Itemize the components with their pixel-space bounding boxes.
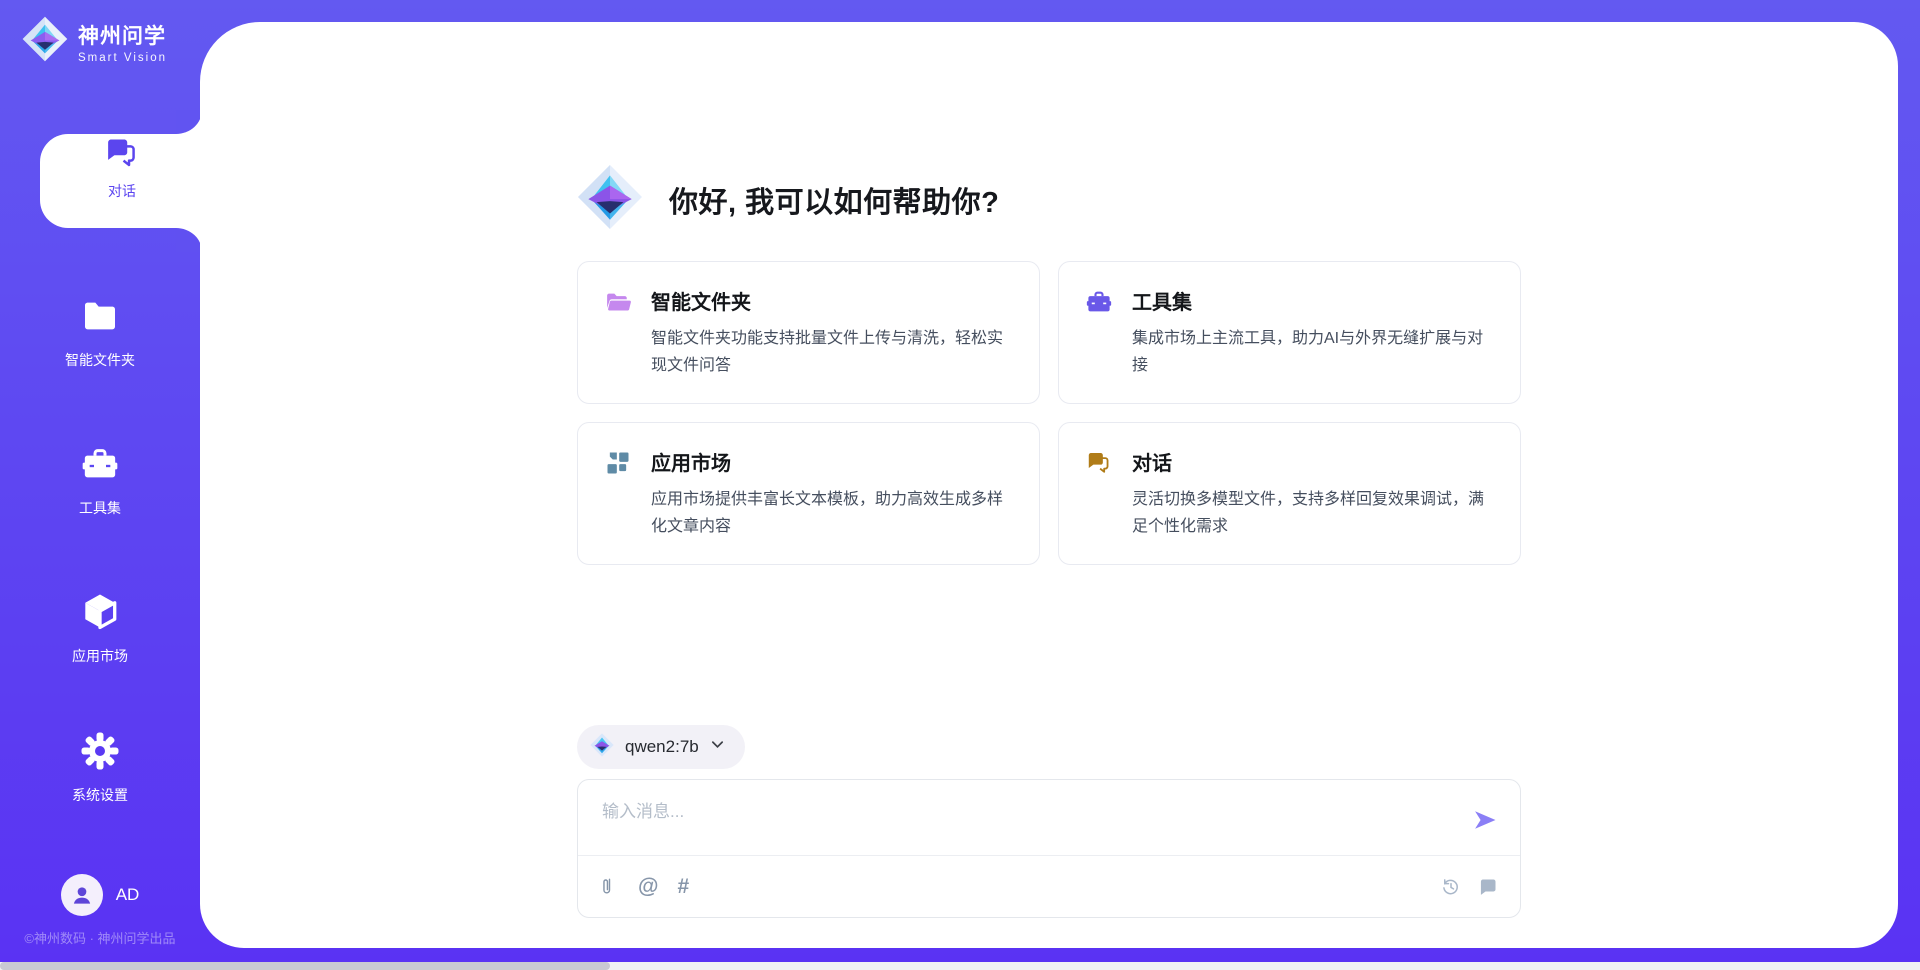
sidebar: 神州问学 Smart Vision 对话 智能文件夹	[0, 0, 200, 970]
folder-icon	[80, 323, 120, 340]
card-title: 对话	[1132, 447, 1494, 476]
model-selector[interactable]: qwen2:7b	[577, 725, 745, 769]
user-name: AD	[116, 885, 140, 905]
send-button[interactable]	[1470, 806, 1500, 836]
message-input-box: @ #	[577, 779, 1521, 918]
sidebar-item-label: 系统设置	[0, 785, 200, 805]
card-description: 智能文件夹功能支持批量文件上传与清洗，轻松实现文件问答	[651, 325, 1013, 379]
card-app-market[interactable]: 应用市场 应用市场提供丰富长文本模板，助力高效生成多样化文章内容	[577, 422, 1040, 565]
model-name: qwen2:7b	[625, 737, 699, 757]
model-logo-icon	[590, 733, 614, 762]
sidebar-item-smart-folder[interactable]: 智能文件夹	[0, 296, 200, 370]
user-profile[interactable]: AD	[0, 874, 200, 916]
brand-logo-icon	[22, 16, 68, 67]
horizontal-scrollbar[interactable]	[0, 962, 1920, 970]
mention-icon[interactable]: @	[638, 876, 658, 897]
main-panel: 你好, 我可以如何帮助你? 智能文件夹 智能文件夹功能支持批量文件上传与清洗，轻…	[200, 22, 1898, 948]
chat-bubbles-icon	[1085, 447, 1115, 540]
toolbox-icon	[1085, 286, 1115, 379]
card-title: 工具集	[1132, 286, 1494, 315]
chevron-down-icon	[710, 737, 725, 757]
history-icon[interactable]	[1441, 877, 1461, 897]
copyright-text: ©神州数码 · 神州问学出品	[0, 928, 200, 947]
folder-open-icon	[604, 286, 634, 379]
sidebar-item-settings[interactable]: 系统设置	[0, 731, 200, 805]
grid-cube-icon	[604, 447, 634, 540]
brand: 神州问学 Smart Vision	[22, 16, 167, 67]
sidebar-item-label: 智能文件夹	[0, 350, 200, 370]
tab-curve-top	[176, 110, 202, 134]
sidebar-item-toolset[interactable]: 工具集	[0, 444, 200, 518]
chat-bubbles-icon	[103, 159, 141, 176]
message-input[interactable]	[602, 797, 1442, 853]
brand-subtitle: Smart Vision	[78, 52, 167, 64]
greeting-title: 你好, 我可以如何帮助你?	[669, 179, 999, 221]
sidebar-item-chat[interactable]: 对话	[40, 134, 204, 228]
cube-icon	[79, 619, 121, 636]
greeting-block: 你好, 我可以如何帮助你?	[577, 164, 1521, 235]
card-toolset[interactable]: 工具集 集成市场上主流工具，助力AI与外界无缝扩展与对接	[1058, 261, 1521, 404]
sidebar-item-label: 工具集	[0, 498, 200, 518]
card-chat[interactable]: 对话 灵活切换多模型文件，支持多样回复效果调试，满足个性化需求	[1058, 422, 1521, 565]
attachment-icon[interactable]	[600, 877, 619, 896]
scrollbar-thumb[interactable]	[0, 962, 610, 970]
hashtag-icon[interactable]: #	[677, 876, 689, 897]
brand-name: 神州问学	[78, 20, 167, 50]
card-description: 应用市场提供丰富长文本模板，助力高效生成多样化文章内容	[651, 486, 1013, 540]
card-description: 集成市场上主流工具，助力AI与外界无缝扩展与对接	[1132, 325, 1494, 379]
gear-icon	[80, 758, 120, 775]
toolbox-icon	[80, 471, 120, 488]
card-title: 应用市场	[651, 447, 1013, 476]
comment-icon[interactable]	[1478, 877, 1498, 897]
sidebar-item-label: 对话	[40, 181, 204, 201]
composer: qwen2:7b	[577, 725, 1521, 918]
sidebar-item-label: 应用市场	[0, 646, 200, 666]
input-toolbar: @ #	[578, 855, 1520, 917]
card-smart-folder[interactable]: 智能文件夹 智能文件夹功能支持批量文件上传与清洗，轻松实现文件问答	[577, 261, 1040, 404]
avatar	[61, 874, 103, 916]
card-description: 灵活切换多模型文件，支持多样回复效果调试，满足个性化需求	[1132, 486, 1494, 540]
tab-curve-bottom	[176, 228, 202, 252]
app-logo-icon	[577, 164, 643, 235]
card-title: 智能文件夹	[651, 286, 1013, 315]
feature-cards: 智能文件夹 智能文件夹功能支持批量文件上传与清洗，轻松实现文件问答	[577, 261, 1521, 565]
sidebar-item-app-market[interactable]: 应用市场	[0, 590, 200, 666]
